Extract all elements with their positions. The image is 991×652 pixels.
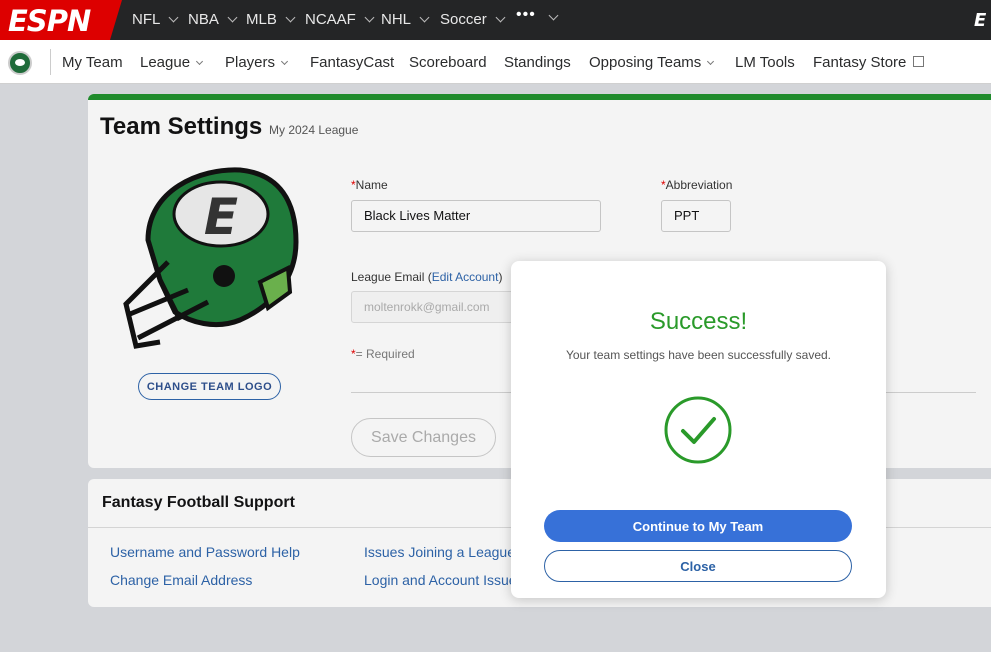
divider <box>50 49 51 75</box>
league-name: My 2024 League <box>269 123 359 137</box>
name-label: *Name <box>351 178 388 192</box>
nav-players[interactable]: Players <box>225 54 289 71</box>
nav-label: Fantasy Store <box>813 54 907 71</box>
nav-label: League <box>140 54 191 71</box>
sport-mlb[interactable]: MLB <box>246 11 296 28</box>
nav-label: LM Tools <box>735 54 795 71</box>
nav-label: Scoreboard <box>409 54 487 71</box>
league-email-label-close: ) <box>498 270 503 284</box>
chevron-down-icon <box>196 57 204 65</box>
league-email-input: moltenrokk@gmail.com <box>351 291 521 323</box>
chevron-down-icon <box>227 12 238 23</box>
nav-opposing-teams[interactable]: Opposing Teams <box>589 54 715 71</box>
name-label-text: Name <box>355 178 388 192</box>
support-title: Fantasy Football Support <box>102 494 295 511</box>
espn-logo[interactable]: ESPN <box>0 0 122 40</box>
username-password-help-link[interactable]: Username and Password Help <box>110 544 300 560</box>
nav-fantasycast[interactable]: FantasyCast <box>310 54 394 71</box>
required-note-text: = Required <box>355 347 415 361</box>
abbreviation-label: *Abbreviation <box>661 178 732 192</box>
nav-label: Standings <box>504 54 571 71</box>
nav-my-team[interactable]: My Team <box>62 54 123 71</box>
sport-label: MLB <box>246 11 277 28</box>
nav-label: Players <box>225 54 276 71</box>
team-logo-helmet-icon: E <box>123 167 299 349</box>
chevron-down-icon <box>168 12 179 23</box>
sport-label: NBA <box>188 11 219 28</box>
team-name-input[interactable]: Black Lives Matter <box>351 200 601 232</box>
edit-account-link[interactable]: Edit Account <box>432 270 499 284</box>
svg-text:E: E <box>204 188 238 246</box>
issues-joining-league-link[interactable]: Issues Joining a League <box>364 544 515 560</box>
chevron-down-icon <box>548 10 559 21</box>
chevron-down-icon <box>364 12 375 23</box>
close-button[interactable]: Close <box>544 550 852 582</box>
nav-league[interactable]: League <box>140 54 204 71</box>
team-helmet-icon[interactable] <box>8 51 32 75</box>
sport-label: NCAAF <box>305 11 356 28</box>
sport-label: NHL <box>381 11 412 28</box>
abbreviation-input[interactable]: PPT <box>661 200 731 232</box>
modal-message: Your team settings have been successfull… <box>565 348 832 362</box>
login-account-issues-link[interactable]: Login and Account Issues <box>364 572 524 588</box>
sport-soccer[interactable]: Soccer <box>440 11 506 28</box>
league-email-label: League Email (Edit Account) <box>351 270 502 284</box>
sport-nhl[interactable]: NHL <box>381 11 430 28</box>
nav-lm-tools[interactable]: LM Tools <box>735 54 795 71</box>
more-icon: ••• <box>516 6 536 23</box>
nav-label: My Team <box>62 54 123 71</box>
abbreviation-label-text: Abbreviation <box>665 178 733 192</box>
continue-to-my-team-button[interactable]: Continue to My Team <box>544 510 852 542</box>
page-title: Team Settings <box>100 113 263 140</box>
chevron-down-icon <box>419 12 430 23</box>
nav-fantasy-store[interactable]: Fantasy Store <box>813 54 925 71</box>
sport-label: NFL <box>132 11 161 28</box>
external-link-icon <box>913 56 925 67</box>
nav-scoreboard[interactable]: Scoreboard <box>409 54 487 71</box>
nav-label: Opposing Teams <box>589 54 702 71</box>
chevron-down-icon <box>707 57 715 65</box>
chevron-down-icon <box>285 12 296 23</box>
sport-nba[interactable]: NBA <box>188 11 238 28</box>
chevron-down-icon <box>280 57 289 65</box>
change-team-logo-button[interactable]: CHANGE TEAM LOGO <box>138 373 281 400</box>
league-email-label-text: League Email ( <box>351 270 432 284</box>
success-check-icon <box>664 396 732 464</box>
chevron-down-icon <box>495 12 506 23</box>
sport-ncaaf[interactable]: NCAAF <box>305 11 375 28</box>
sport-label: Soccer <box>440 11 487 28</box>
espn-logo-text: ESPN <box>8 4 91 38</box>
modal-title: Success! <box>649 308 748 335</box>
sport-nfl[interactable]: NFL <box>132 11 179 28</box>
change-email-link[interactable]: Change Email Address <box>110 572 252 588</box>
save-changes-button[interactable]: Save Changes <box>351 418 496 457</box>
more-sports-menu[interactable]: ••• <box>516 6 559 24</box>
espn-mini-logo[interactable]: E <box>974 10 986 31</box>
nav-label: FantasyCast <box>310 54 395 71</box>
nav-standings[interactable]: Standings <box>504 54 571 71</box>
required-note: *= Required <box>351 347 415 361</box>
